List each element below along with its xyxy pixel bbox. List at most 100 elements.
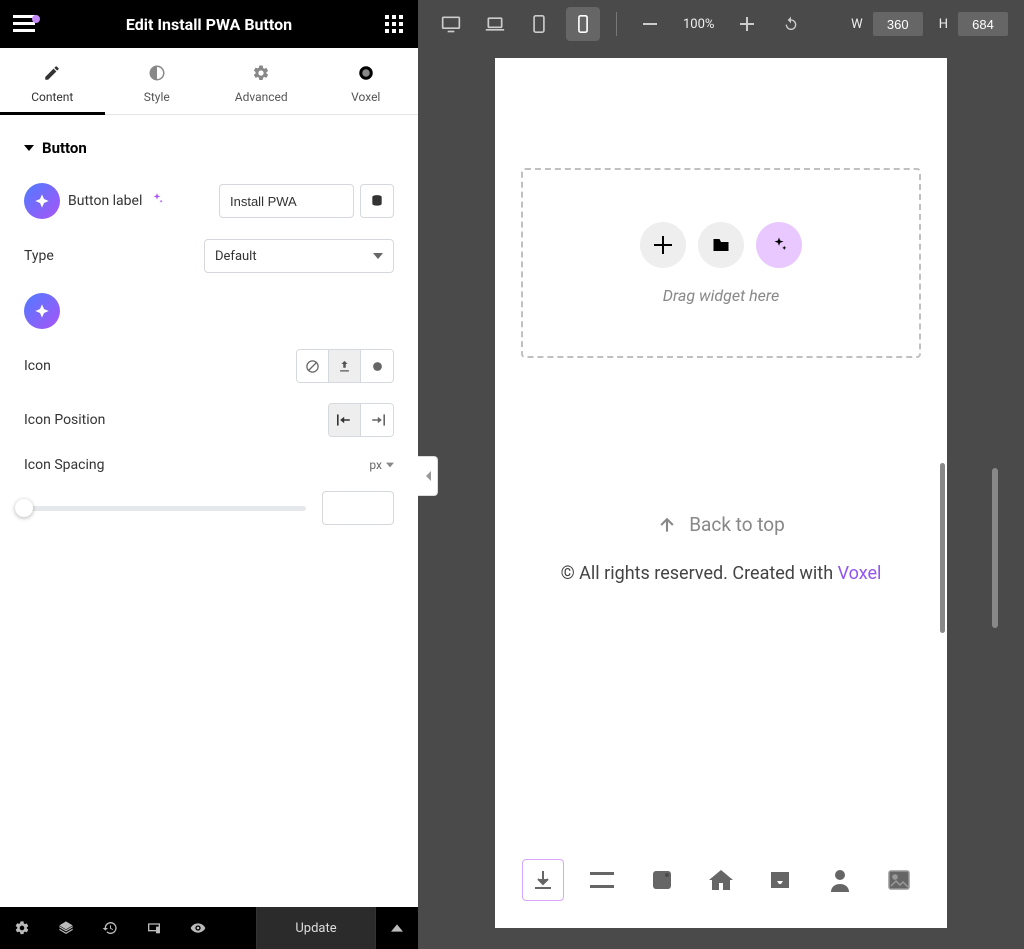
inbox-icon xyxy=(768,869,792,891)
ai-widget-button[interactable] xyxy=(756,222,802,268)
responsive-icon xyxy=(146,920,162,936)
panel-body: Button Button label Type xyxy=(0,115,418,907)
desktop-icon xyxy=(441,15,461,33)
height-label: H xyxy=(939,17,948,32)
menu-button[interactable] xyxy=(0,15,48,33)
section-button[interactable]: Button xyxy=(24,115,394,173)
zoom-out-button[interactable] xyxy=(633,7,667,41)
update-options-button[interactable] xyxy=(376,907,418,949)
voxel-link[interactable]: Voxel xyxy=(838,563,882,584)
download-icon xyxy=(531,868,555,892)
icon-spacing-slider[interactable] xyxy=(24,506,306,511)
dynamic-icon[interactable] xyxy=(150,192,164,210)
icon-spacing-input[interactable] xyxy=(322,491,394,525)
panel-title: Edit Install PWA Button xyxy=(48,15,370,34)
device-desktop-button[interactable] xyxy=(434,7,468,41)
folder-icon xyxy=(712,237,730,253)
mobile-icon xyxy=(577,15,589,33)
field-button-label: Button label xyxy=(24,173,394,229)
zoom-level: 100% xyxy=(683,17,714,32)
upload-icon xyxy=(337,359,352,374)
editor-panel: Edit Install PWA Button Content Style Ad… xyxy=(0,0,418,949)
tab-voxel[interactable]: Voxel xyxy=(314,48,419,114)
nav-install[interactable] xyxy=(522,859,564,901)
width-label: W xyxy=(851,17,863,32)
voxel-badge-icon xyxy=(24,293,60,329)
unit-selector[interactable]: px xyxy=(369,458,394,472)
chevron-left-icon xyxy=(424,470,432,482)
icon-source-toggle xyxy=(296,349,394,383)
tab-style[interactable]: Style xyxy=(105,48,210,114)
history-button[interactable] xyxy=(88,907,132,949)
minus-icon xyxy=(643,17,657,31)
icon-none-button[interactable] xyxy=(297,350,329,382)
caret-down-icon xyxy=(373,251,383,261)
stage-scrollbar[interactable] xyxy=(992,468,998,628)
tablet-icon xyxy=(532,15,546,33)
tab-label: Voxel xyxy=(351,90,380,104)
field-icon-spacing: Icon Spacing px xyxy=(24,447,394,483)
dropzone-hint: Drag widget here xyxy=(663,286,779,305)
no-icon xyxy=(305,359,320,374)
preview-toolbar: 100% W H xyxy=(418,0,1024,48)
copyright-text: © All rights reserved. Created with Voxe… xyxy=(495,563,947,584)
drop-zone[interactable]: Drag widget here xyxy=(521,168,921,358)
panel-footer: Update xyxy=(0,907,418,949)
layers-icon xyxy=(58,920,74,936)
gear-icon xyxy=(14,920,30,936)
height-input[interactable] xyxy=(958,12,1008,36)
nav-image[interactable] xyxy=(878,859,920,901)
icon-position-toggle xyxy=(328,403,394,437)
database-icon xyxy=(370,194,384,208)
add-widget-button[interactable] xyxy=(640,222,686,268)
align-right-icon xyxy=(369,413,385,427)
width-input[interactable] xyxy=(873,12,923,36)
nav-inbox[interactable] xyxy=(759,859,801,901)
settings-button[interactable] xyxy=(0,907,44,949)
nav-home[interactable] xyxy=(700,859,742,901)
post-icon xyxy=(650,868,674,892)
dynamic-tags-button[interactable] xyxy=(360,184,394,218)
icon-library-button[interactable] xyxy=(361,350,393,382)
unsaved-indicator xyxy=(32,15,40,23)
icon-upload-button[interactable] xyxy=(329,350,361,382)
icon-position-left[interactable] xyxy=(329,404,361,436)
widgets-grid-button[interactable] xyxy=(370,15,418,33)
zoom-in-button[interactable] xyxy=(730,7,764,41)
broken-image-icon xyxy=(888,870,910,890)
preview-button[interactable] xyxy=(176,907,220,949)
icon-position-right[interactable] xyxy=(361,404,393,436)
device-tablet-button[interactable] xyxy=(522,7,556,41)
user-icon xyxy=(829,868,851,892)
type-select[interactable]: Default xyxy=(204,239,394,273)
caret-down-icon xyxy=(386,461,394,469)
template-library-button[interactable] xyxy=(698,222,744,268)
collapse-panel-button[interactable] xyxy=(418,456,438,496)
device-scrollbar[interactable] xyxy=(940,463,945,633)
button-label-input[interactable] xyxy=(219,184,354,218)
slider-thumb[interactable] xyxy=(15,499,33,517)
device-laptop-button[interactable] xyxy=(478,7,512,41)
zoom-reset-button[interactable] xyxy=(774,7,808,41)
caret-down-icon xyxy=(24,143,34,153)
tab-advanced[interactable]: Advanced xyxy=(209,48,314,114)
back-to-top[interactable]: Back to top xyxy=(495,513,947,536)
nav-profile[interactable] xyxy=(819,859,861,901)
menu-lines-icon xyxy=(590,872,614,888)
tabs: Content Style Advanced Voxel xyxy=(0,48,418,115)
nav-posts[interactable] xyxy=(641,859,683,901)
device-mobile-button[interactable] xyxy=(566,7,600,41)
plus-icon xyxy=(740,17,754,31)
arrow-up-icon xyxy=(657,515,677,535)
device-frame: Drag widget here Back to top © All right… xyxy=(495,58,947,928)
responsive-button[interactable] xyxy=(132,907,176,949)
preview-area: 100% W H xyxy=(418,0,1024,949)
update-button[interactable]: Update xyxy=(256,907,376,949)
nav-menu[interactable] xyxy=(581,859,623,901)
tab-content[interactable]: Content xyxy=(0,48,105,114)
preview-stage: Drag widget here Back to top © All right… xyxy=(418,48,1024,949)
laptop-icon xyxy=(485,16,505,32)
field-type: Type Default xyxy=(24,229,394,283)
navigator-button[interactable] xyxy=(44,907,88,949)
plus-icon xyxy=(654,236,672,254)
